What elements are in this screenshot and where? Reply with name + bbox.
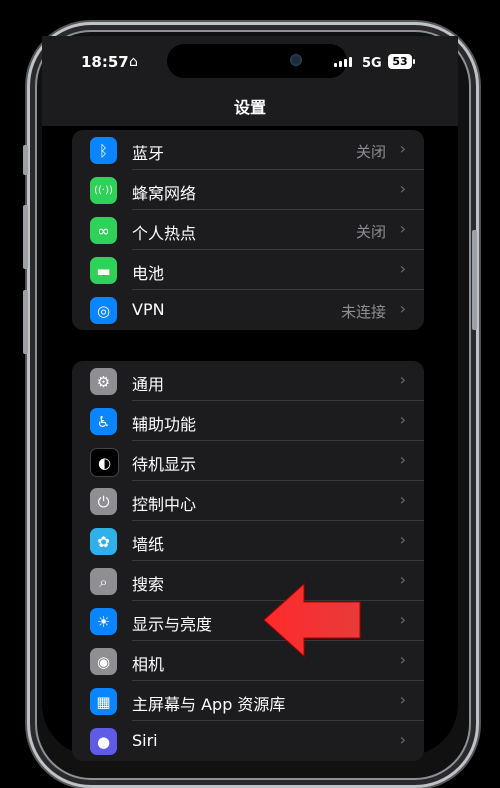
signal-icon xyxy=(334,57,352,67)
settings-row-label: 搜索 xyxy=(132,575,165,594)
search-icon: ⌕ xyxy=(90,568,117,595)
chevron-right-icon: › xyxy=(399,610,406,629)
home-screen-icon: ▦ xyxy=(90,688,117,715)
settings-row-vpn[interactable]: ◎ VPN 未连接 › xyxy=(72,290,424,330)
volume-down-button xyxy=(23,290,28,354)
chevron-right-icon: › xyxy=(399,219,406,238)
chevron-right-icon: › xyxy=(399,299,406,318)
settings-row-value: 关闭 xyxy=(355,223,386,241)
network-type: 5G xyxy=(362,56,382,71)
settings-row-camera[interactable]: ◉ 相机 › xyxy=(72,641,424,681)
settings-row-brightness[interactable]: ☀ 显示与亮度 › xyxy=(72,601,424,641)
accessibility-icon: ♿ xyxy=(90,408,117,435)
settings-row-label: Siri xyxy=(132,731,158,750)
brightness-icon: ☀ xyxy=(90,608,117,635)
chevron-right-icon: › xyxy=(399,410,406,429)
settings-row-label: 蜂窝网络 xyxy=(132,184,197,203)
power-button xyxy=(472,230,477,330)
settings-row-accessibility[interactable]: ♿ 辅助功能 › xyxy=(72,401,424,441)
hotspot-icon: ∞ xyxy=(90,217,117,244)
settings-row-standby[interactable]: ◐ 待机显示 › xyxy=(72,441,424,481)
chevron-right-icon: › xyxy=(399,730,406,749)
chevron-right-icon: › xyxy=(399,490,406,509)
standby-icon: ◐ xyxy=(90,448,119,477)
settings-row-label: 相机 xyxy=(132,655,165,674)
chevron-right-icon: › xyxy=(399,690,406,709)
battery-icon: ▬ xyxy=(90,257,117,284)
chevron-right-icon: › xyxy=(399,570,406,589)
chevron-right-icon: › xyxy=(399,179,406,198)
settings-row-label: 主屏幕与 App 资源库 xyxy=(132,695,286,714)
status-time: 18:57 xyxy=(81,53,129,71)
settings-row-value: 未连接 xyxy=(340,303,386,321)
settings-row-label: VPN xyxy=(132,300,165,319)
bluetooth-icon: ᛒ xyxy=(90,137,117,164)
volume-up-button xyxy=(23,205,28,269)
settings-row-label: 控制中心 xyxy=(132,495,197,514)
general-group: ⚙ 通用 › ♿ 辅助功能 › ◐ 待机显示 › ⏻ 控制中心 › ✿ 墙纸 › ⌕ 搜索 › ☀ 显示与亮度 › ◉ 相机… xyxy=(72,361,424,761)
camera-icon: ◉ xyxy=(90,648,117,675)
dynamic-island xyxy=(167,44,347,78)
battery-indicator: 53 xyxy=(388,54,415,69)
chevron-right-icon: › xyxy=(399,450,406,469)
settings-row-gear[interactable]: ⚙ 通用 › xyxy=(72,361,424,401)
home-icon: ⌂ xyxy=(129,54,138,70)
settings-row-hotspot[interactable]: ∞ 个人热点 关闭 › xyxy=(72,210,424,250)
settings-row-label: 通用 xyxy=(132,375,165,394)
settings-row-label: 待机显示 xyxy=(132,455,197,474)
wallpaper-icon: ✿ xyxy=(90,528,117,555)
chevron-right-icon: › xyxy=(399,139,406,158)
chevron-right-icon: › xyxy=(399,259,406,278)
settings-row-label: 辅助功能 xyxy=(132,415,197,434)
settings-row-value: 关闭 xyxy=(355,143,386,161)
control-center-icon: ⏻ xyxy=(90,488,117,515)
settings-row-search[interactable]: ⌕ 搜索 › xyxy=(72,561,424,601)
mute-switch xyxy=(23,145,28,175)
settings-row-wallpaper[interactable]: ✿ 墙纸 › xyxy=(72,521,424,561)
front-camera xyxy=(290,54,302,66)
connectivity-group: ᛒ 蓝牙 关闭 › ((·)) 蜂窝网络 › ∞ 个人热点 关闭 › ▬ 电池 › ◎ VPN 未连接 › xyxy=(72,130,424,330)
settings-row-label: 蓝牙 xyxy=(132,144,165,163)
siri-icon: ● xyxy=(90,728,117,755)
chevron-right-icon: › xyxy=(399,370,406,389)
settings-row-label: 墙纸 xyxy=(132,535,165,554)
settings-row-label: 显示与亮度 xyxy=(132,615,213,634)
gear-icon: ⚙ xyxy=(90,368,117,395)
settings-row-label: 个人热点 xyxy=(132,224,197,243)
settings-row-siri[interactable]: ● Siri › xyxy=(72,721,424,761)
page-title: 设置 xyxy=(233,98,266,117)
vpn-icon: ◎ xyxy=(90,297,117,324)
settings-row-label: 电池 xyxy=(132,264,165,283)
settings-row-control-center[interactable]: ⏻ 控制中心 › xyxy=(72,481,424,521)
settings-row-home-screen[interactable]: ▦ 主屏幕与 App 资源库 › xyxy=(72,681,424,721)
settings-row-battery[interactable]: ▬ 电池 › xyxy=(72,250,424,290)
settings-row-bluetooth[interactable]: ᛒ 蓝牙 关闭 › xyxy=(72,130,424,170)
chevron-right-icon: › xyxy=(399,530,406,549)
cellular-icon: ((·)) xyxy=(90,177,117,204)
red-arrow-annotation xyxy=(263,582,361,658)
chevron-right-icon: › xyxy=(399,650,406,669)
settings-row-cellular[interactable]: ((·)) 蜂窝网络 › xyxy=(72,170,424,210)
